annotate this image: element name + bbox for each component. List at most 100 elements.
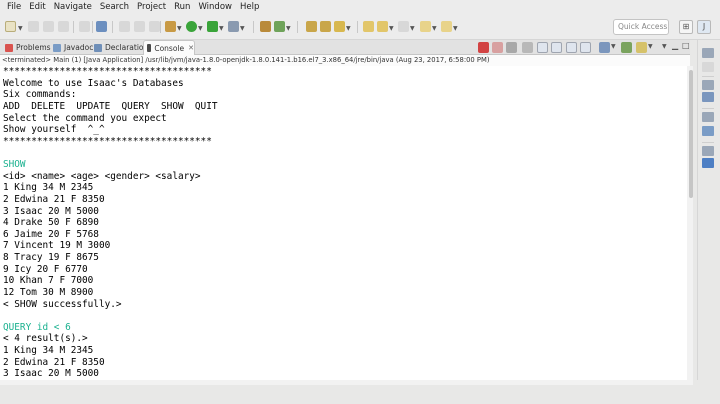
show-console-stdout-icon[interactable] (566, 42, 577, 53)
tab-console[interactable]: Console ✕ (143, 40, 195, 55)
declaration-icon (94, 43, 102, 52)
maximize-view-icon[interactable] (702, 62, 714, 72)
hierarchy-icon[interactable] (702, 158, 714, 168)
trim-separator (702, 108, 714, 109)
toolbar-separator (92, 21, 93, 33)
toolbar-separator (73, 21, 74, 33)
run-dropdown-icon[interactable]: ▼ (198, 25, 203, 32)
print-icon[interactable] (58, 21, 69, 32)
problems-icon (5, 43, 13, 52)
console-output-line: Six commands: (3, 89, 77, 101)
remove-launch-icon[interactable] (492, 42, 503, 53)
scrollbar-thumb[interactable] (689, 70, 693, 198)
coverage-icon[interactable] (207, 21, 218, 32)
menu-file[interactable]: File (3, 2, 25, 12)
forward-icon[interactable] (441, 21, 452, 32)
back-icon[interactable] (420, 21, 431, 32)
console-output-line: 9 Icy 20 F 6770 (3, 263, 88, 275)
search-dropdown-icon[interactable]: ▼ (346, 25, 351, 32)
javadoc-icon (53, 43, 61, 52)
view-menu-icon[interactable]: ▼ (662, 43, 667, 50)
step-over-icon[interactable] (134, 21, 145, 32)
external-tools-dropdown-icon[interactable]: ▼ (240, 25, 245, 32)
package-explorer-icon[interactable] (702, 80, 714, 90)
new-icon[interactable] (5, 21, 16, 32)
console-output-line: Show yourself ^_^ (3, 124, 105, 136)
tab-declaration-label: Declaration (105, 43, 149, 52)
previous-annotation-dropdown-icon[interactable]: ▼ (410, 25, 415, 32)
console-output-line: 3 Isaac 20 M 5000 (3, 205, 99, 217)
open-console-dropdown-icon[interactable]: ▼ (648, 43, 653, 50)
search-icon[interactable] (334, 21, 345, 32)
save-icon[interactable] (28, 21, 39, 32)
open-console-icon[interactable] (636, 42, 647, 53)
new-java-class-icon[interactable] (274, 21, 285, 32)
open-type-icon[interactable] (306, 21, 317, 32)
terminate-icon[interactable] (478, 42, 489, 53)
console-output[interactable]: ************************************* Wel… (0, 66, 687, 380)
outline-icon[interactable] (702, 92, 714, 102)
console-output-line: ************************************* (3, 66, 212, 77)
step-return-icon[interactable] (149, 21, 160, 32)
remove-all-terminated-icon[interactable] (506, 42, 517, 53)
clear-console-icon[interactable] (522, 42, 533, 53)
task-list-icon[interactable] (702, 126, 714, 136)
maximize-icon[interactable]: □ (682, 41, 690, 50)
java-perspective-icon[interactable]: J (697, 20, 711, 34)
new-class-dropdown-icon[interactable]: ▼ (286, 25, 291, 32)
open-task-icon[interactable] (320, 21, 331, 32)
word-wrap-icon[interactable] (551, 42, 562, 53)
new-dropdown-icon[interactable]: ▼ (18, 25, 23, 32)
previous-annotation-icon[interactable] (398, 21, 409, 32)
open-perspective-icon[interactable]: ⊞ (679, 20, 693, 34)
close-icon[interactable]: ✕ (188, 44, 194, 52)
menu-run[interactable]: Run (170, 2, 194, 12)
next-annotation-icon[interactable] (377, 21, 388, 32)
display-selected-console-icon[interactable] (599, 42, 610, 53)
forward-dropdown-icon[interactable]: ▼ (453, 25, 458, 32)
console-output-line: 10 Khan 7 F 7000 (3, 275, 94, 287)
restore-icon[interactable] (702, 146, 714, 156)
console-output-line: <id> <name> <age> <gender> <salary> (3, 170, 201, 182)
pin-console-icon[interactable] (621, 42, 632, 53)
menu-edit[interactable]: Edit (25, 2, 49, 12)
debug-dropdown-icon[interactable]: ▼ (177, 25, 182, 32)
tab-declaration[interactable]: Declaration (91, 40, 149, 55)
main-toolbar: ▼ ▼ ▼ ▼ ▼ ▼ ▼ ▼ ▼ ▼ ▼ Quick Access ⊞ J (0, 14, 720, 40)
next-annotation-dropdown-icon[interactable]: ▼ (389, 25, 394, 32)
external-tools-icon[interactable] (228, 21, 239, 32)
console-input-line: QUERY id < 6 (3, 321, 71, 333)
coverage-dropdown-icon[interactable]: ▼ (219, 25, 224, 32)
save-all-icon[interactable] (43, 21, 54, 32)
scroll-lock-icon[interactable] (537, 42, 548, 53)
console-output-line: 7 Vincent 19 M 3000 (3, 240, 111, 252)
show-console-stderr-icon[interactable] (580, 42, 591, 53)
minimize-icon[interactable]: ▁ (672, 41, 678, 50)
tab-javadoc[interactable]: Javadoc (50, 40, 95, 55)
menu-window[interactable]: Window (194, 2, 236, 12)
debug-icon[interactable] (165, 21, 176, 32)
step-icon[interactable] (119, 21, 130, 32)
status-bar (0, 385, 720, 404)
debug-arrow-icon[interactable] (96, 21, 107, 32)
console-output-line: 8 Tracy 19 F 8675 (3, 252, 99, 263)
new-java-package-icon[interactable] (260, 21, 271, 32)
toolbar-separator (160, 21, 161, 33)
run-icon[interactable] (186, 21, 197, 32)
menu-search[interactable]: Search (96, 2, 133, 12)
quick-access-field[interactable]: Quick Access (613, 19, 669, 35)
menu-help[interactable]: Help (236, 2, 263, 12)
toolbar-separator (357, 21, 358, 33)
back-dropdown-icon[interactable]: ▼ (432, 25, 437, 32)
restore-icon[interactable] (702, 112, 714, 122)
menu-project[interactable]: Project (133, 2, 170, 12)
display-console-dropdown-icon[interactable]: ▼ (611, 43, 616, 50)
console-output-line: ADD DELETE UPDATE QUERY SHOW QUIT (3, 100, 218, 112)
menu-navigate[interactable]: Navigate (50, 2, 96, 12)
skip-breakpoints-icon[interactable] (79, 21, 90, 32)
restore-icon[interactable] (702, 48, 714, 58)
process-description: <terminated> Main (1) [Java Application]… (0, 55, 690, 66)
annotation-icon[interactable] (363, 21, 374, 32)
console-output-line: < 4 result(s).> (3, 333, 88, 345)
